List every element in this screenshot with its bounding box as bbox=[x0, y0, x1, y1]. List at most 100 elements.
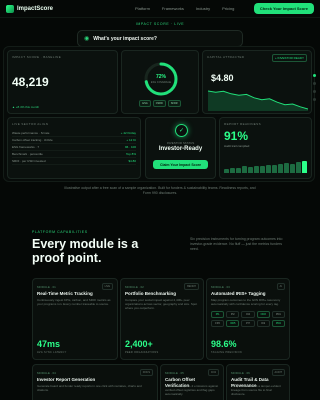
slide-dot[interactable] bbox=[313, 90, 316, 93]
readiness-label: REPORT READINESS bbox=[224, 122, 261, 126]
readiness-bar bbox=[254, 165, 259, 173]
iris-tag: PD1 bbox=[271, 311, 285, 318]
module-description: Compare your social impact against 2,400… bbox=[125, 298, 198, 310]
module-tag: LIVE bbox=[101, 283, 113, 290]
nav-link-platform[interactable]: Platform bbox=[135, 6, 150, 11]
nav-link-industry[interactable]: Industry bbox=[196, 6, 210, 11]
module-card-5[interactable]: MODULE · 05 CO2 Carbon Offset Verificati… bbox=[160, 364, 224, 400]
esg-gauge-card: 72% ESG COVERAGE ESG CSRD SFDR bbox=[121, 50, 199, 114]
module-card-2[interactable]: MODULE · 02 BENCH Portfolio Benchmarking… bbox=[120, 278, 204, 360]
capital-sparkline bbox=[208, 90, 308, 111]
module-description: Continuously ingest KPIs, carbon, and SR… bbox=[37, 298, 111, 306]
report-readiness-card: REPORT READINESS 91% Audit trail compile… bbox=[219, 117, 312, 179]
module-card-1[interactable]: MODULE · 01 LIVE Real-Time Metric Tracki… bbox=[32, 278, 118, 360]
list-item: Carbon offset tracking · tCO2e + 12 Kt bbox=[12, 137, 136, 144]
prompt-text: What's your impact score? bbox=[93, 35, 157, 42]
module-number: MODULE · 06 bbox=[231, 370, 250, 375]
module-number: MODULE · 03 bbox=[211, 284, 230, 289]
shield-check-icon: ✓ bbox=[175, 124, 188, 137]
capital-card: CAPITAL ATTRACTED + INVESTOR READY $4.80 bbox=[202, 50, 312, 114]
logo-icon bbox=[6, 4, 14, 13]
slide-dot[interactable] bbox=[313, 98, 316, 101]
readiness-bar bbox=[230, 167, 235, 173]
module-description: Every metric carries a tamper-evident li… bbox=[231, 384, 281, 396]
readiness-bar bbox=[296, 162, 301, 173]
gauge-caption: ESG COVERAGE bbox=[150, 81, 172, 84]
module-tag: BENCH bbox=[184, 283, 199, 290]
module-stat-caption: PEER ORGANIZATIONS bbox=[125, 351, 159, 354]
status-value: Investor-Ready bbox=[158, 146, 203, 152]
module-tag: CO2 bbox=[207, 369, 219, 376]
iris-tag: OD3 bbox=[256, 311, 270, 318]
spark-icon: ◉ bbox=[84, 36, 90, 42]
module-card-3[interactable]: MODULE · 03 AI Automated IRIS+ Tagging M… bbox=[206, 278, 290, 360]
dashboard-preview: IMPACT SCORE · BASELINE 48,219 ▲ +8.4% t… bbox=[3, 46, 315, 182]
module-card-6[interactable]: MODULE · 06 AUDIT Audit Trail & Data Pro… bbox=[226, 364, 290, 400]
brand-name: ImpactScore bbox=[17, 5, 54, 12]
impact-score-value: 48,219 bbox=[12, 75, 49, 89]
investor-status-card: ✓ INVESTOR STATUS Investor-Ready Claim Y… bbox=[145, 117, 216, 179]
module-number: MODULE · 04 bbox=[37, 370, 56, 375]
list-item-name: Benchmark · percentile bbox=[12, 152, 43, 156]
module-stat-caption: TAGGING PRECISION bbox=[211, 351, 242, 354]
nav-link-frameworks[interactable]: Frameworks bbox=[162, 6, 184, 11]
iris-tag: OI4 bbox=[241, 311, 255, 318]
list-item-name: Waste performance · Sl rate bbox=[12, 131, 50, 135]
module-title: Portfolio Benchmarking bbox=[125, 291, 177, 296]
readiness-bar bbox=[272, 165, 277, 173]
impact-score-delta: ▲ +8.4% this month bbox=[12, 105, 40, 109]
list-item-name: SROI · per USD invested bbox=[12, 159, 46, 163]
list-item-value: + 42 Kt/day bbox=[120, 131, 136, 135]
capital-label: CAPITAL ATTRACTED bbox=[207, 55, 245, 59]
claim-score-button[interactable]: Claim Your Impact Score bbox=[153, 160, 208, 169]
iris-tag: PD4 bbox=[271, 320, 285, 327]
module-tag: AI bbox=[276, 283, 285, 290]
hero-eyebrow: IMPACT SCORE · LIVE bbox=[135, 22, 185, 26]
list-item-value: Top 8% bbox=[125, 152, 136, 156]
iris-tag: OI2 bbox=[256, 320, 270, 327]
module-description: Generate board and funder ready reports … bbox=[37, 384, 142, 392]
readiness-bar bbox=[242, 166, 247, 173]
sparkline-area bbox=[208, 91, 308, 111]
module-card-4[interactable]: MODULE · 04 DOCS Investor Report Generat… bbox=[32, 364, 158, 400]
module-stat: 47ms bbox=[37, 339, 61, 349]
gauge-tag: SFDR bbox=[167, 100, 181, 107]
sector-align-list: Waste performance · Sl rate + 42 Kt/day … bbox=[12, 130, 136, 165]
slide-indicator bbox=[313, 74, 316, 101]
dashboard-caption: Illustrative output after a free scan of… bbox=[64, 186, 256, 195]
module-number: MODULE · 01 bbox=[37, 284, 56, 289]
sector-align-card: LIVE SECTOR ALIGN Waste performance · Sl… bbox=[7, 117, 141, 179]
score-prompt-bar[interactable]: ◉ What's your impact score? bbox=[77, 30, 243, 47]
status-caption: INVESTOR STATUS bbox=[166, 141, 195, 145]
section-title: Every module is a proof point. bbox=[32, 237, 139, 265]
module-stat-caption: AVG SYNC LATENCY bbox=[37, 351, 67, 354]
iris-tag: FP2 bbox=[211, 320, 225, 327]
nav-cta-button[interactable]: Check Your Impact Score bbox=[253, 3, 314, 14]
slide-dot[interactable] bbox=[313, 74, 316, 77]
module-title: Real-Time Metric Tracking bbox=[37, 291, 93, 296]
readiness-bar bbox=[266, 164, 271, 173]
capital-value: $4.80 bbox=[211, 73, 234, 83]
iris-tag: PI7 bbox=[241, 320, 255, 327]
module-description: Reconcile Scope 1–3 emissions against ve… bbox=[165, 384, 219, 396]
readiness-bar bbox=[290, 163, 295, 173]
iris-tag: PI2 bbox=[226, 311, 240, 318]
list-item: Benchmark · percentile Top 8% bbox=[12, 151, 136, 158]
list-item-value: 96 · 100 bbox=[124, 145, 136, 149]
gauge-tag: ESG bbox=[139, 100, 151, 107]
module-title: Investor Report Generation bbox=[37, 377, 96, 382]
module-stat: 98.6% bbox=[211, 339, 237, 349]
brand-logo[interactable]: ImpactScore bbox=[6, 4, 54, 13]
slide-dot[interactable] bbox=[313, 82, 316, 85]
list-item: ESG frameworks · 7 96 · 100 bbox=[12, 144, 136, 151]
section-eyebrow: PLATFORM CAPABILITIES bbox=[32, 230, 88, 234]
impact-score-card: IMPACT SCORE · BASELINE 48,219 ▲ +8.4% t… bbox=[7, 50, 118, 114]
capital-chip: + INVESTOR READY bbox=[271, 54, 307, 62]
module-tag: DOCS bbox=[139, 369, 153, 376]
readiness-bar bbox=[224, 168, 229, 173]
readiness-value: 91% bbox=[224, 129, 249, 143]
nav-link-pricing[interactable]: Pricing bbox=[222, 6, 234, 11]
list-item-name: ESG frameworks · 7 bbox=[12, 145, 40, 149]
iris-tag: OD5 bbox=[226, 320, 240, 327]
module-description: Map program outcomes to the GIIN IRIS+ t… bbox=[211, 298, 281, 306]
